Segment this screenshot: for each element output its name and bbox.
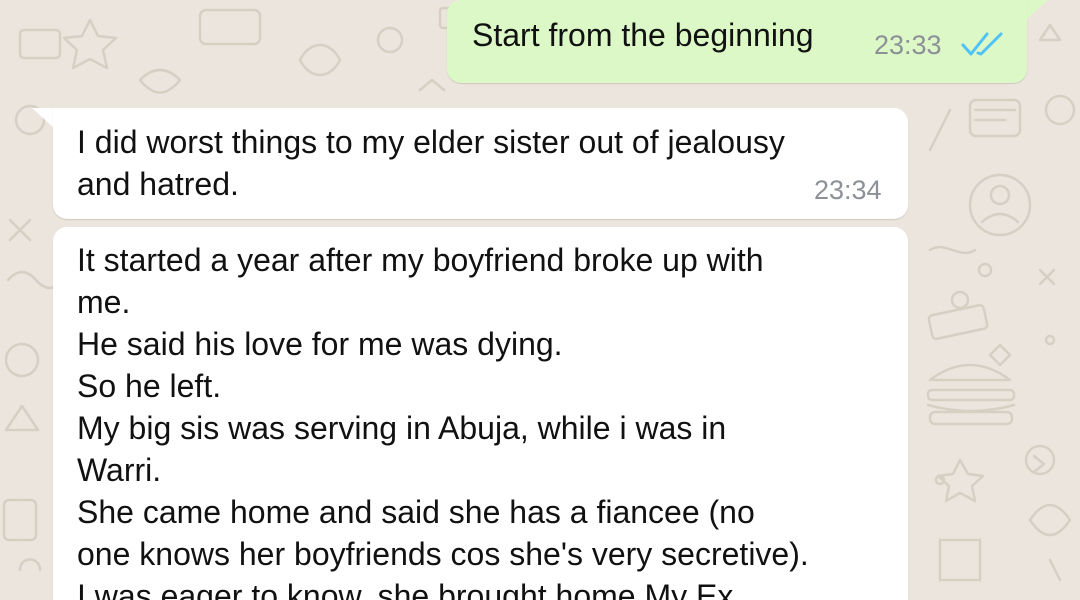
outgoing-bubble-tail (1026, 0, 1048, 20)
message-text: It started a year after my boyfriend bro… (77, 242, 809, 600)
message-text: Start from the beginning (472, 17, 814, 53)
double-check-read-icon (961, 32, 1003, 56)
incoming-message[interactable]: I did worst things to my elder sister ou… (53, 108, 908, 219)
message-text: I did worst things to my elder sister ou… (77, 124, 785, 202)
incoming-bubble-tail (32, 108, 54, 128)
message-timestamp: 23:34 (814, 175, 882, 205)
incoming-message[interactable]: It started a year after my boyfriend bro… (53, 227, 908, 600)
outgoing-message[interactable]: Start from the beginning 23:33 (447, 0, 1027, 83)
message-timestamp: 23:33 (874, 30, 942, 60)
